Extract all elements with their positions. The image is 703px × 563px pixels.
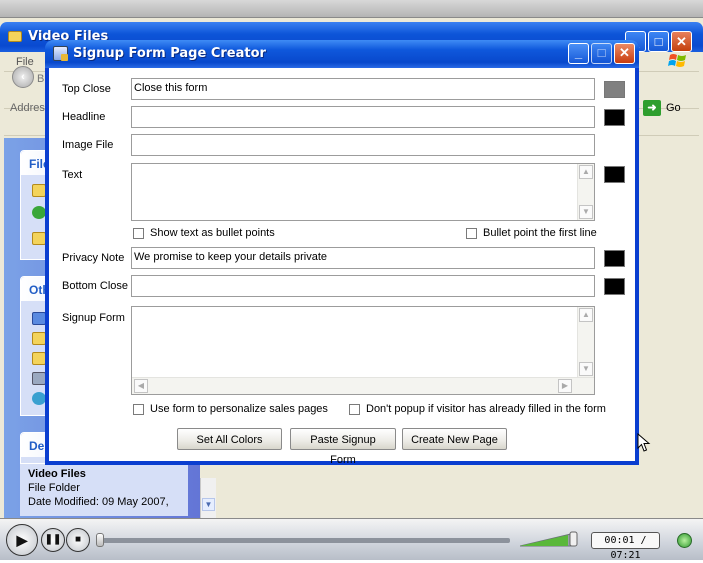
top-close-label: Top Close	[62, 83, 111, 95]
documents-icon[interactable]	[32, 332, 46, 345]
text-area-scrollbar[interactable]: ▲ ▼	[577, 164, 594, 220]
dialog-title: Signup Form Page Creator	[73, 46, 266, 61]
dialog-body: Top Close Close this form Headline Image…	[49, 68, 635, 461]
bullet-first-line-checkbox[interactable]	[466, 227, 477, 239]
folder-icon	[8, 31, 22, 42]
stop-button[interactable]: ■	[66, 528, 90, 552]
windows-logo-icon	[668, 54, 686, 67]
volume-slider-icon[interactable]	[520, 531, 580, 547]
folder-task-icon[interactable]	[32, 184, 46, 197]
media-player-bar: ▶ ❚❚ ■ 00:01 / 07:21	[0, 518, 703, 561]
headline-label: Headline	[62, 111, 106, 123]
explorer-maximize-button[interactable]: □	[648, 31, 669, 52]
scroll-up-icon[interactable]: ▲	[579, 308, 593, 322]
dialog-minimize-button[interactable]: _	[568, 43, 589, 64]
play-button[interactable]: ▶	[6, 524, 38, 556]
share-folder-icon[interactable]	[32, 232, 46, 245]
app-icon	[53, 46, 68, 61]
signup-form-area[interactable]: ▲ ▼ ◀ ▶	[131, 306, 595, 395]
seek-bar[interactable]	[100, 538, 510, 543]
dialog-maximize-button[interactable]: □	[591, 43, 612, 64]
scroll-down-icon[interactable]: ▼	[202, 498, 215, 511]
signup-form-label: Signup Form	[62, 312, 125, 324]
back-button-label: B	[37, 73, 45, 85]
mouse-pointer-icon	[637, 433, 651, 452]
privacy-note-color-swatch[interactable]	[604, 250, 625, 267]
image-file-label: Image File	[62, 139, 114, 151]
text-label: Text	[62, 169, 83, 181]
bullet-points-checkbox-row[interactable]: Show text as bullet points	[133, 227, 275, 239]
scroll-left-icon[interactable]: ◀	[134, 379, 148, 393]
privacy-note-input[interactable]: We promise to keep your details private	[131, 247, 595, 269]
scroll-right-icon[interactable]: ▶	[558, 379, 572, 393]
dialog-titlebar[interactable]: Signup Form Page Creator _ □ ✕	[45, 40, 639, 68]
headline-input[interactable]	[131, 106, 595, 128]
my-computer-icon[interactable]	[32, 372, 46, 385]
shared-docs-icon[interactable]	[32, 352, 46, 365]
desktop-icon[interactable]	[32, 312, 46, 325]
dialog-close-button[interactable]: ✕	[614, 43, 635, 64]
text-area[interactable]: ▲ ▼	[131, 163, 595, 221]
personalize-checkbox-row[interactable]: Use form to personalize sales pages	[133, 403, 328, 415]
bullet-first-line-label: Bullet point the first line	[483, 227, 597, 239]
desktop-top-strip	[0, 0, 703, 18]
bottom-close-label: Bottom Close	[62, 280, 129, 292]
privacy-note-label: Privacy Note	[62, 252, 125, 264]
top-close-input[interactable]: Close this form	[131, 78, 595, 100]
image-file-input[interactable]	[131, 134, 595, 156]
details-name: Video Files	[28, 468, 86, 480]
explorer-close-button[interactable]: ✕	[671, 31, 692, 52]
signup-form-vscrollbar[interactable]: ▲ ▼	[577, 307, 594, 377]
signup-dialog: Signup Form Page Creator _ □ ✕ Top Close…	[45, 40, 639, 465]
personalize-label: Use form to personalize sales pages	[150, 403, 328, 415]
details-type: File Folder	[28, 482, 80, 494]
network-icon[interactable]	[32, 392, 46, 405]
details-body: Video Files File Folder Date Modified: 0…	[20, 464, 188, 516]
bottom-close-input[interactable]	[131, 275, 595, 297]
top-close-color-swatch[interactable]	[604, 81, 625, 98]
no-popup-label: Don't popup if visitor has already fille…	[366, 403, 606, 415]
time-display: 00:01 / 07:21	[591, 532, 660, 561]
pause-button[interactable]: ❚❚	[41, 528, 65, 552]
personalize-checkbox[interactable]	[133, 403, 144, 415]
scroll-down-icon[interactable]: ▼	[579, 362, 593, 376]
no-popup-checkbox[interactable]	[349, 403, 360, 415]
signup-form-hscrollbar[interactable]: ◀ ▶	[132, 377, 594, 394]
text-color-swatch[interactable]	[604, 166, 625, 183]
back-arrow-icon[interactable]: ‹	[12, 66, 34, 88]
set-all-colors-button[interactable]: Set All Colors	[177, 428, 282, 450]
create-new-page-button[interactable]: Create New Page	[402, 428, 507, 450]
headline-color-swatch[interactable]	[604, 109, 625, 126]
bottom-close-color-swatch[interactable]	[604, 278, 625, 295]
scroll-up-icon[interactable]: ▲	[579, 165, 593, 179]
bullet-first-line-checkbox-row[interactable]: Bullet point the first line	[466, 227, 597, 239]
bullet-points-label: Show text as bullet points	[150, 227, 275, 239]
explorer-scrollbar[interactable]: ▼	[200, 478, 216, 518]
media-guide-icon[interactable]	[677, 533, 692, 548]
bullet-points-checkbox[interactable]	[133, 227, 144, 239]
no-popup-checkbox-row[interactable]: Don't popup if visitor has already fille…	[349, 403, 606, 415]
details-date: Date Modified: 09 May 2007,	[28, 496, 169, 508]
go-button-label[interactable]: Go	[666, 102, 681, 114]
scroll-down-icon[interactable]: ▼	[579, 205, 593, 219]
go-arrow-icon[interactable]: ➜	[643, 100, 661, 116]
seek-handle[interactable]	[96, 533, 104, 547]
paste-signup-form-button[interactable]: Paste Signup Form	[290, 428, 396, 466]
publish-icon[interactable]	[32, 206, 46, 219]
